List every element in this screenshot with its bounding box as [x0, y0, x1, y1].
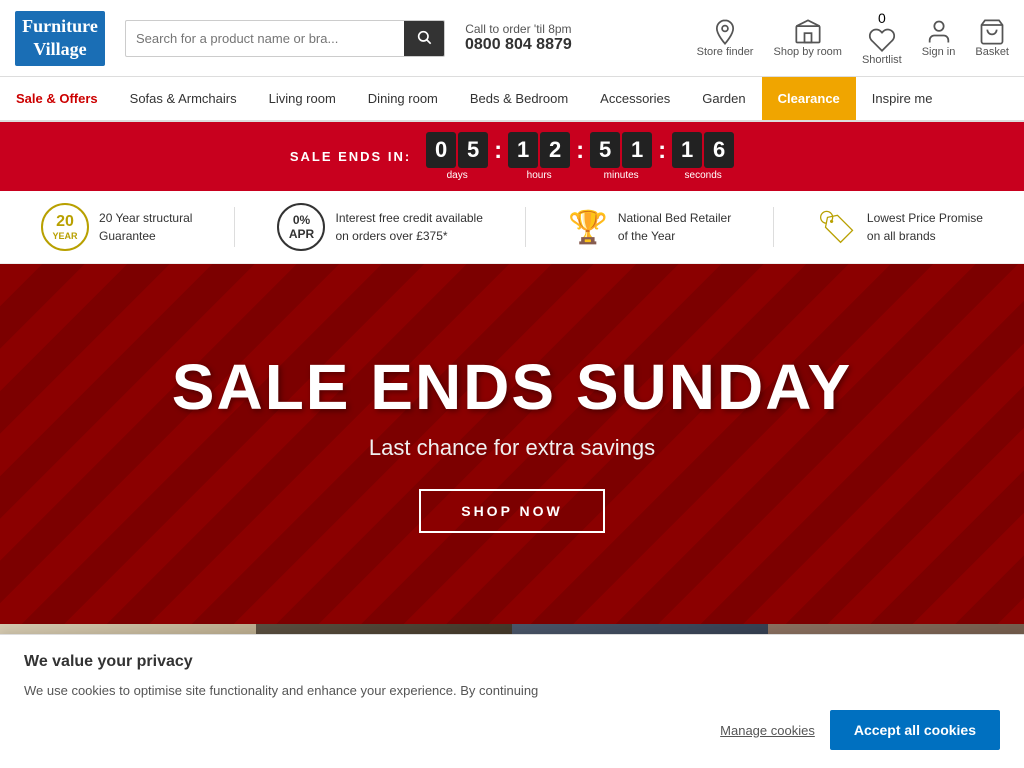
nav-living[interactable]: Living room: [253, 77, 352, 120]
days-digit-2: 5: [458, 132, 488, 168]
retailer-text-1: National Bed Retailer: [618, 209, 731, 227]
nav-accessories[interactable]: Accessories: [584, 77, 686, 120]
nav-sale[interactable]: Sale & Offers: [0, 77, 114, 120]
sign-in-icon: [925, 18, 953, 46]
hero-banner: SALE ENDS SUNDAY Last chance for extra s…: [0, 264, 1024, 624]
store-finder-icon-wrap[interactable]: Store finder: [697, 18, 754, 58]
trust-divider-3: [773, 207, 774, 247]
site-header: Furniture Village Call to order 'til 8pm…: [0, 0, 1024, 77]
hours-digit-2: 2: [540, 132, 570, 168]
days-digit-1: 0: [426, 132, 456, 168]
guarantee-text-1: 20 Year structural: [99, 209, 192, 227]
countdown-sep-1: :: [494, 137, 502, 165]
countdown-hours: 1 2 hours: [508, 132, 570, 181]
price-text-1: Lowest Price Promise: [867, 209, 983, 227]
retailer-trophy-icon: 🏆: [568, 208, 608, 246]
cookie-actions: Manage cookies Accept all cookies: [24, 710, 1000, 750]
retailer-text-2: of the Year: [618, 227, 731, 245]
basket-icon: [978, 18, 1006, 46]
shortlist-badge: 0: [878, 10, 886, 26]
trust-divider-2: [525, 207, 526, 247]
credit-badge: 0% APR: [277, 203, 325, 251]
sale-countdown-bar: SALE ENDS IN: 0 5 days : 1 2 hours : 5 1…: [0, 122, 1024, 191]
countdown-timer: 0 5 days : 1 2 hours : 5 1 minutes : 1 6: [426, 132, 734, 181]
phone-number: 0800 804 8879: [465, 36, 572, 54]
countdown-minutes: 5 1 minutes: [590, 132, 652, 181]
nav-garden[interactable]: Garden: [686, 77, 761, 120]
hero-subtitle: Last chance for extra savings: [172, 435, 852, 461]
minutes-digit-1: 5: [590, 132, 620, 168]
logo[interactable]: Furniture Village: [15, 11, 105, 66]
accept-cookies-button[interactable]: Accept all cookies: [830, 710, 1000, 750]
trust-retailer: 🏆 National Bed Retailer of the Year: [568, 208, 731, 246]
call-text: Call to order 'til 8pm: [465, 22, 572, 36]
hero-shop-now-button[interactable]: SHOP NOW: [419, 489, 605, 533]
nav-inspire[interactable]: Inspire me: [856, 77, 949, 120]
shortlist-icon-wrap[interactable]: 0 Shortlist: [862, 10, 902, 66]
credit-badge-text: 0% APR: [279, 213, 323, 241]
minutes-digit-2: 1: [622, 132, 652, 168]
guarantee-number: 20: [53, 212, 78, 231]
cookie-text: We use cookies to optimise site function…: [24, 681, 1000, 701]
trust-credit: 0% APR Interest free credit available on…: [277, 203, 482, 251]
nav-beds[interactable]: Beds & Bedroom: [454, 77, 584, 120]
phone-info: Call to order 'til 8pm 0800 804 8879: [465, 22, 572, 54]
hero-content: SALE ENDS SUNDAY Last chance for extra s…: [172, 355, 852, 533]
store-finder-icon: [711, 18, 739, 46]
countdown-sep-2: :: [576, 137, 584, 165]
countdown-sep-3: :: [658, 137, 666, 165]
countdown-seconds: 1 6 seconds: [672, 132, 734, 181]
sign-in-label: Sign in: [922, 46, 956, 58]
price-text-2: on all brands: [867, 227, 983, 245]
trust-guarantee: 20 YEAR 20 Year structural Guarantee: [41, 203, 192, 251]
shop-by-room-icon: [794, 18, 822, 46]
seconds-label: seconds: [685, 170, 722, 181]
minutes-label: minutes: [604, 170, 639, 181]
search-button[interactable]: [404, 21, 444, 56]
nav-clearance[interactable]: Clearance: [762, 77, 856, 120]
sale-ends-label: SALE ENDS IN:: [290, 149, 411, 164]
shortlist-heart-icon: [868, 26, 896, 54]
search-input[interactable]: [126, 23, 404, 54]
hero-title: SALE ENDS SUNDAY: [172, 355, 852, 419]
nav-icons: Store finder Shop by room 0 Shortlist Si…: [697, 10, 1009, 66]
seconds-digit-2: 6: [704, 132, 734, 168]
search-icon: [416, 29, 432, 45]
shop-by-room-icon-wrap[interactable]: Shop by room: [773, 18, 841, 58]
trust-price: 🏷 Lowest Price Promise on all brands: [816, 208, 983, 246]
guarantee-text-2: Guarantee: [99, 227, 192, 245]
price-tag-icon: 🏷: [816, 208, 857, 246]
cookie-title: We value your privacy: [24, 653, 1000, 671]
guarantee-badge: 20 YEAR: [41, 203, 89, 251]
credit-text-1: Interest free credit available: [335, 209, 482, 227]
main-nav: Sale & Offers Sofas & Armchairs Living r…: [0, 77, 1024, 122]
credit-text-2: on orders over £375*: [335, 227, 482, 245]
logo-line2: Village: [22, 38, 98, 61]
trust-divider-1: [234, 207, 235, 247]
trust-bar: 20 YEAR 20 Year structural Guarantee 0% …: [0, 191, 1024, 264]
basket-icon-wrap[interactable]: Basket: [975, 18, 1009, 58]
sign-in-icon-wrap[interactable]: Sign in: [922, 18, 956, 58]
search-bar: [125, 20, 445, 57]
store-finder-label: Store finder: [697, 46, 754, 58]
nav-dining[interactable]: Dining room: [352, 77, 454, 120]
days-label: days: [447, 170, 468, 181]
cookie-banner: We value your privacy We use cookies to …: [0, 634, 1024, 768]
shortlist-label: Shortlist: [862, 54, 902, 66]
hours-digit-1: 1: [508, 132, 538, 168]
hours-label: hours: [527, 170, 552, 181]
manage-cookies-button[interactable]: Manage cookies: [720, 723, 815, 738]
nav-sofas[interactable]: Sofas & Armchairs: [114, 77, 253, 120]
countdown-days: 0 5 days: [426, 132, 488, 181]
basket-label: Basket: [975, 46, 1009, 58]
guarantee-year: YEAR: [53, 231, 78, 242]
seconds-digit-1: 1: [672, 132, 702, 168]
logo-line1: Furniture: [22, 15, 98, 38]
shop-by-room-label: Shop by room: [773, 46, 841, 58]
